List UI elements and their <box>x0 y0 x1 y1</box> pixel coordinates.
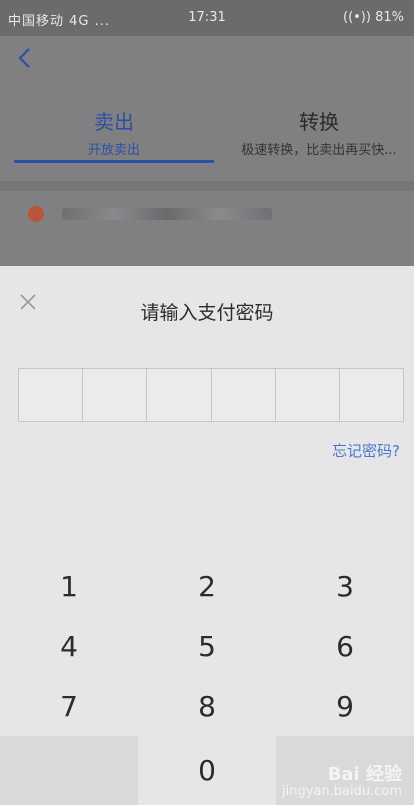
key-2[interactable]: 2 <box>138 556 276 616</box>
background-page: 卖出 开放卖出 转换 极速转换，比卖出再买快... <box>0 36 414 266</box>
battery-indicator: ((•)) 81% <box>343 10 404 25</box>
pin-cell <box>276 369 340 421</box>
key-9[interactable]: 9 <box>276 676 414 736</box>
pin-input[interactable] <box>18 368 404 422</box>
fund-logo-icon <box>28 206 44 222</box>
key-1[interactable]: 1 <box>0 556 138 616</box>
key-blank-left <box>0 736 138 805</box>
tab-convert-title: 转换 <box>299 110 339 134</box>
tab-convert-subtitle: 极速转换，比卖出再买快... <box>241 143 397 158</box>
section-divider <box>0 181 414 191</box>
key-5[interactable]: 5 <box>138 616 276 676</box>
key-7[interactable]: 7 <box>0 676 138 736</box>
pin-cell <box>19 369 84 421</box>
active-tab-indicator <box>14 160 214 163</box>
tab-sell-title: 卖出 <box>94 110 134 134</box>
sheet-title: 请输入支付密码 <box>140 302 274 324</box>
battery-level: 81% <box>375 10 404 25</box>
key-4[interactable]: 4 <box>0 616 138 676</box>
back-arrow-icon[interactable] <box>14 46 38 70</box>
wifi-icon: ((•)) <box>343 10 376 25</box>
pin-cell <box>212 369 276 421</box>
pin-cell <box>83 369 148 421</box>
key-6[interactable]: 6 <box>276 616 414 676</box>
fund-account-row <box>28 204 278 224</box>
key-8[interactable]: 8 <box>138 676 276 736</box>
blurred-account-text <box>62 208 272 220</box>
tab-convert[interactable]: 转换 极速转换，比卖出再买快... <box>224 106 414 158</box>
tab-sell-subtitle: 开放卖出 <box>87 143 140 158</box>
pin-cell <box>147 369 212 421</box>
status-bar: 中国移动 4G ... 17:31 ((•)) 81% <box>0 0 414 36</box>
key-3[interactable]: 3 <box>276 556 414 616</box>
pin-cell <box>340 369 403 421</box>
watermark-url: jingyan.baidu.com <box>282 784 402 799</box>
watermark: Bai 经验 jingyan.baidu.com <box>282 765 402 799</box>
watermark-brand: Bai 经验 <box>327 764 402 785</box>
key-0[interactable]: 0 <box>138 736 276 805</box>
forgot-password-link[interactable]: 忘记密码? <box>332 440 400 461</box>
password-sheet: 请输入支付密码 忘记密码? 1 2 3 4 5 6 7 8 9 0 Bai 经验… <box>0 266 414 805</box>
tab-sell[interactable]: 卖出 开放卖出 <box>14 106 214 158</box>
